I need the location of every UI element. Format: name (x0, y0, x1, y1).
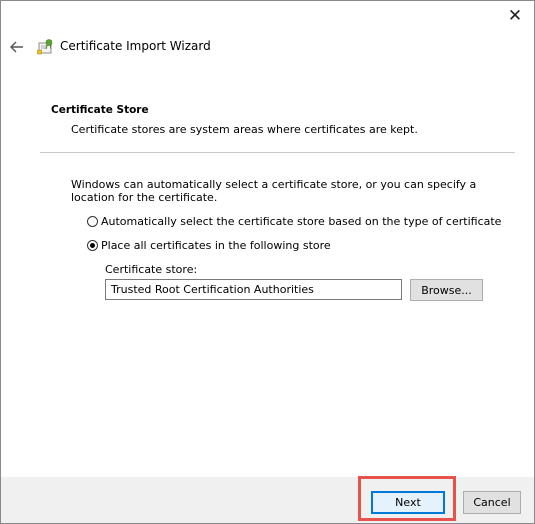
close-icon: ✕ (507, 6, 523, 26)
back-button[interactable] (6, 37, 28, 57)
wizard-window: ✕ Certificate Import Wizard Certificate … (0, 0, 535, 524)
close-button[interactable]: ✕ (502, 5, 528, 27)
radio-auto-select[interactable]: Automatically select the certificate sto… (87, 215, 501, 228)
radio-place-in-store-indicator[interactable] (87, 240, 98, 251)
certificate-store-field[interactable]: Trusted Root Certification Authorities (105, 279, 402, 300)
radio-auto-select-indicator[interactable] (87, 216, 98, 227)
back-arrow-icon (10, 41, 23, 53)
section-description: Certificate stores are system areas wher… (71, 123, 418, 136)
wizard-title: Certificate Import Wizard (60, 39, 211, 53)
certificate-store-label: Certificate store: (105, 263, 198, 276)
intro-text: Windows can automatically select a certi… (71, 178, 477, 204)
radio-auto-select-label: Automatically select the certificate sto… (101, 215, 502, 228)
certificate-icon (37, 39, 53, 55)
browse-button[interactable]: Browse... (410, 279, 483, 301)
next-button[interactable]: Next (371, 491, 445, 514)
cancel-button[interactable]: Cancel (463, 491, 521, 514)
radio-place-in-store[interactable]: Place all certificates in the following … (87, 239, 331, 252)
radio-place-in-store-label: Place all certificates in the following … (101, 239, 331, 252)
section-title: Certificate Store (51, 104, 149, 116)
header-divider (40, 152, 515, 153)
